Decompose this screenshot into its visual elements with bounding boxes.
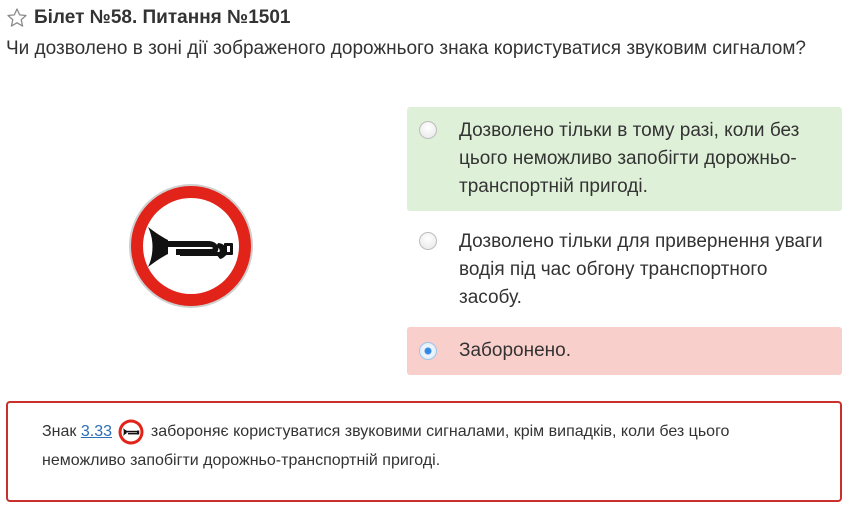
answer-option-3[interactable]: Заборонено. bbox=[407, 327, 842, 375]
answer-option-1[interactable]: Дозволено тільки в тому разі, коли без ц… bbox=[407, 107, 842, 211]
question-header: Білет №58. Питання №1501 bbox=[6, 6, 291, 30]
explanation-prefix: Знак bbox=[42, 423, 77, 440]
road-sign-image bbox=[128, 183, 254, 309]
no-horn-sign-small-icon bbox=[118, 419, 144, 445]
question-text: Чи дозволено в зоні дії зображеного доро… bbox=[6, 38, 806, 59]
no-horn-sign-icon bbox=[129, 184, 253, 308]
radio-button[interactable] bbox=[419, 121, 437, 139]
explanation-suffix: забороняє користуватися звуковими сигнал… bbox=[42, 423, 730, 469]
sign-link[interactable]: 3.33 bbox=[81, 423, 112, 440]
ticket-title: Білет №58. Питання №1501 bbox=[34, 7, 291, 28]
radio-button[interactable] bbox=[419, 232, 437, 250]
explanation-box: Знак 3.33 забороняє користуватися звуков… bbox=[6, 401, 842, 502]
star-outline-icon[interactable] bbox=[6, 7, 28, 29]
radio-button-selected[interactable] bbox=[419, 342, 437, 360]
answer-text: Заборонено. bbox=[459, 340, 572, 361]
answer-option-2[interactable]: Дозволено тільки для привернення уваги в… bbox=[407, 218, 842, 318]
answer-text: Дозволено тільки для привернення уваги в… bbox=[459, 231, 823, 308]
answer-text: Дозволено тільки в тому разі, коли без ц… bbox=[459, 120, 800, 197]
